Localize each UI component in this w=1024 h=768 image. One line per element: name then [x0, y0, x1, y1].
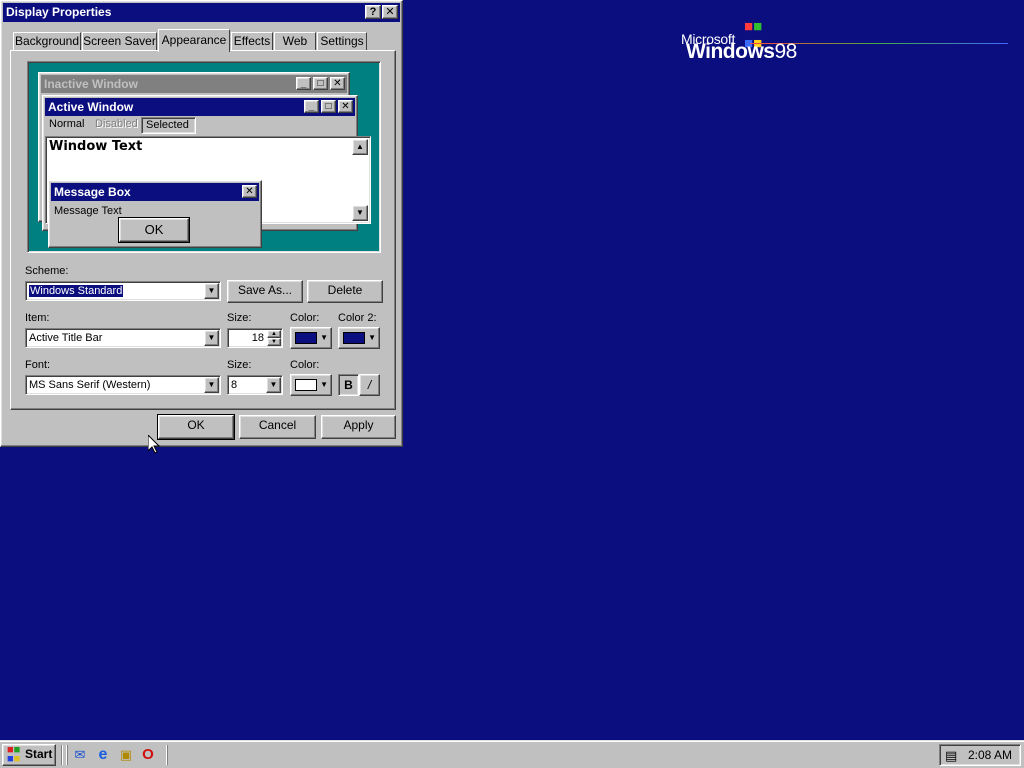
- preview-menu-selected[interactable]: Selected: [141, 117, 196, 134]
- item-select[interactable]: Active Title Bar ▼: [25, 328, 221, 348]
- apply-button[interactable]: Apply: [321, 415, 396, 439]
- item-color-label: Color:: [290, 312, 320, 324]
- maximize-icon: □: [321, 100, 336, 113]
- chevron-down-icon[interactable]: ▼: [204, 330, 219, 346]
- appearance-preview[interactable]: Inactive Window _ □ ✕ Active Window _ □ …: [27, 61, 381, 253]
- font-color-button[interactable]: ▼: [290, 374, 332, 396]
- taskbar-grip[interactable]: [166, 745, 168, 765]
- taskbar: ■■ ■■ Start ✉ e ▣ O ▤ 2:08 AM: [0, 740, 1024, 768]
- outlook-express-icon[interactable]: ✉: [71, 746, 89, 764]
- scroll-up-icon[interactable]: ▲: [352, 139, 368, 155]
- bold-toggle[interactable]: B: [338, 374, 359, 396]
- start-button[interactable]: ■■ ■■ Start: [2, 744, 56, 766]
- font-label: Font:: [25, 359, 51, 371]
- minimize-icon: _: [296, 77, 311, 90]
- font-color-swatch: [295, 379, 317, 391]
- font-size-select[interactable]: 8 ▼: [227, 375, 283, 395]
- preview-message-box[interactable]: Message Box ✕ Message Text OK: [48, 180, 262, 248]
- chevron-down-icon[interactable]: ▼: [266, 377, 281, 393]
- preview-inactive-title: Inactive Window: [44, 77, 138, 91]
- cancel-button[interactable]: Cancel: [239, 415, 316, 439]
- taskbar-divider: [61, 745, 63, 765]
- scheme-select[interactable]: Windows Standard ▼: [25, 281, 221, 301]
- tab-web[interactable]: Web: [274, 32, 316, 51]
- clock[interactable]: 2:08 AM: [968, 748, 1012, 762]
- show-desktop-icon[interactable]: ▣: [117, 746, 135, 764]
- item-color-swatch: [295, 332, 317, 344]
- preview-active-title: Active Window: [48, 100, 134, 114]
- spin-down-icon[interactable]: ▼: [267, 338, 281, 346]
- preview-message-text: Message Text: [54, 205, 122, 217]
- chevron-down-icon[interactable]: ▼: [204, 377, 219, 393]
- item-size-spinner[interactable]: 18 ▲ ▼: [227, 328, 283, 348]
- font-select[interactable]: MS Sans Serif (Western) ▼: [25, 375, 221, 395]
- close-button[interactable]: ✕: [382, 5, 398, 19]
- tab-effects[interactable]: Effects: [231, 32, 273, 51]
- tab-background[interactable]: Background: [13, 32, 81, 51]
- item-color2-button[interactable]: ▼: [338, 327, 380, 349]
- tab-appearance[interactable]: Appearance: [158, 29, 230, 52]
- tab-screen-saver[interactable]: Screen Saver: [82, 32, 157, 51]
- windows98-logo: ■■■■ Microsoft Windows98: [680, 18, 1010, 68]
- system-tray: ▤ 2:08 AM: [939, 744, 1021, 766]
- close-icon: ✕: [338, 100, 353, 113]
- item-label: Item:: [25, 312, 50, 324]
- internet-explorer-icon[interactable]: e: [94, 746, 112, 764]
- close-icon: ✕: [242, 185, 257, 198]
- save-as-button[interactable]: Save As...: [227, 280, 303, 303]
- scheduler-icon[interactable]: ▤: [945, 746, 957, 766]
- appearance-panel: Inactive Window _ □ ✕ Active Window _ □ …: [10, 50, 396, 410]
- delete-button[interactable]: Delete: [307, 280, 383, 303]
- item-size-label: Size:: [227, 312, 252, 324]
- close-icon: ✕: [330, 77, 345, 90]
- spin-up-icon[interactable]: ▲: [267, 330, 281, 338]
- dialog-title: Display Properties: [6, 5, 112, 19]
- preview-menu-disabled[interactable]: Disabled: [95, 118, 138, 130]
- preview-menu-normal[interactable]: Normal: [49, 118, 84, 130]
- preview-inactive-titlebar[interactable]: Inactive Window _ □ ✕: [41, 75, 347, 93]
- dialog-titlebar[interactable]: Display Properties ? ✕: [3, 3, 400, 22]
- preview-window-text: Window Text: [49, 139, 143, 154]
- help-button[interactable]: ?: [365, 5, 381, 19]
- font-color-label: Color:: [290, 359, 320, 371]
- preview-active-titlebar[interactable]: Active Window _ □ ✕: [45, 98, 355, 116]
- ok-button[interactable]: OK: [157, 414, 235, 440]
- font-size-value: 8: [231, 379, 238, 391]
- tab-settings[interactable]: Settings: [317, 32, 367, 51]
- item-color2-label: Color 2:: [338, 312, 377, 324]
- scroll-down-icon[interactable]: ▼: [352, 205, 368, 221]
- start-label: Start: [25, 747, 53, 761]
- chevron-down-icon: ▼: [320, 380, 328, 389]
- scheme-value: Windows Standard: [29, 285, 124, 297]
- chevron-down-icon[interactable]: ▼: [204, 283, 219, 299]
- font-value: MS Sans Serif (Western): [29, 379, 151, 391]
- chevron-down-icon: ▼: [320, 333, 328, 342]
- quicklaunch-grip[interactable]: [66, 745, 68, 765]
- chevron-down-icon: ▼: [368, 333, 376, 342]
- mouse-cursor-icon: [148, 435, 160, 454]
- logo-windows-text: Windows98: [686, 40, 797, 63]
- scheme-label: Scheme:: [25, 265, 69, 277]
- opera-icon[interactable]: O: [139, 746, 157, 764]
- item-size-value: 18: [251, 332, 264, 344]
- item-color-button[interactable]: ▼: [290, 327, 332, 349]
- font-size-label: Size:: [227, 359, 252, 371]
- item-value: Active Title Bar: [29, 332, 103, 344]
- windows-flag-icon: ■■■■: [7, 744, 21, 765]
- maximize-icon: □: [313, 77, 328, 90]
- display-properties-dialog: Display Properties ? ✕ Background Screen…: [0, 0, 403, 447]
- preview-msgbox-ok-button[interactable]: OK: [118, 217, 190, 243]
- item-color2-swatch: [343, 332, 365, 344]
- italic-toggle[interactable]: /: [359, 374, 380, 396]
- preview-msgbox-titlebar[interactable]: Message Box ✕: [51, 183, 259, 201]
- minimize-icon: _: [304, 100, 319, 113]
- preview-msgbox-title: Message Box: [54, 185, 131, 199]
